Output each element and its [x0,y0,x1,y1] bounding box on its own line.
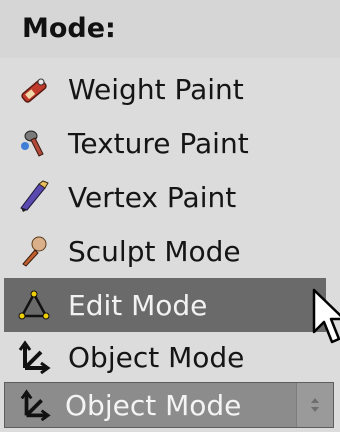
menu-item-label: Vertex Paint [68,180,237,214]
menu-item-label: Sculpt Mode [68,234,241,268]
menu-item-label: Object Mode [68,340,245,374]
weight-paint-icon [14,69,54,109]
menu-item-edit-mode[interactable]: Edit Mode [4,278,326,332]
sculpt-icon [14,231,54,271]
menu-item-object-mode[interactable]: Object Mode [0,330,340,384]
menu-item-label: Edit Mode [68,288,208,322]
menu-item-sculpt-mode[interactable]: Sculpt Mode [0,224,340,278]
vertex-paint-icon [14,177,54,217]
mode-select-button[interactable]: Object Mode [4,382,334,428]
menu-title: Mode: [0,0,340,58]
object-mode-icon [15,385,55,425]
object-mode-icon [14,337,54,377]
up-down-arrows-icon [296,383,333,427]
menu-item-label: Texture Paint [68,126,249,160]
menu-item-label: Weight Paint [68,72,244,106]
menu-item-weight-paint[interactable]: Weight Paint [0,62,340,116]
menu-item-texture-paint[interactable]: Texture Paint [0,116,340,170]
texture-paint-icon [14,123,54,163]
mouse-cursor-icon [312,288,340,348]
selected-mode-label: Object Mode [65,388,242,422]
mode-dropdown-menu: Mode: Weight Paint Texture Paint Vertex … [0,0,340,432]
edit-mode-icon [14,285,54,325]
menu-item-vertex-paint[interactable]: Vertex Paint [0,170,340,224]
